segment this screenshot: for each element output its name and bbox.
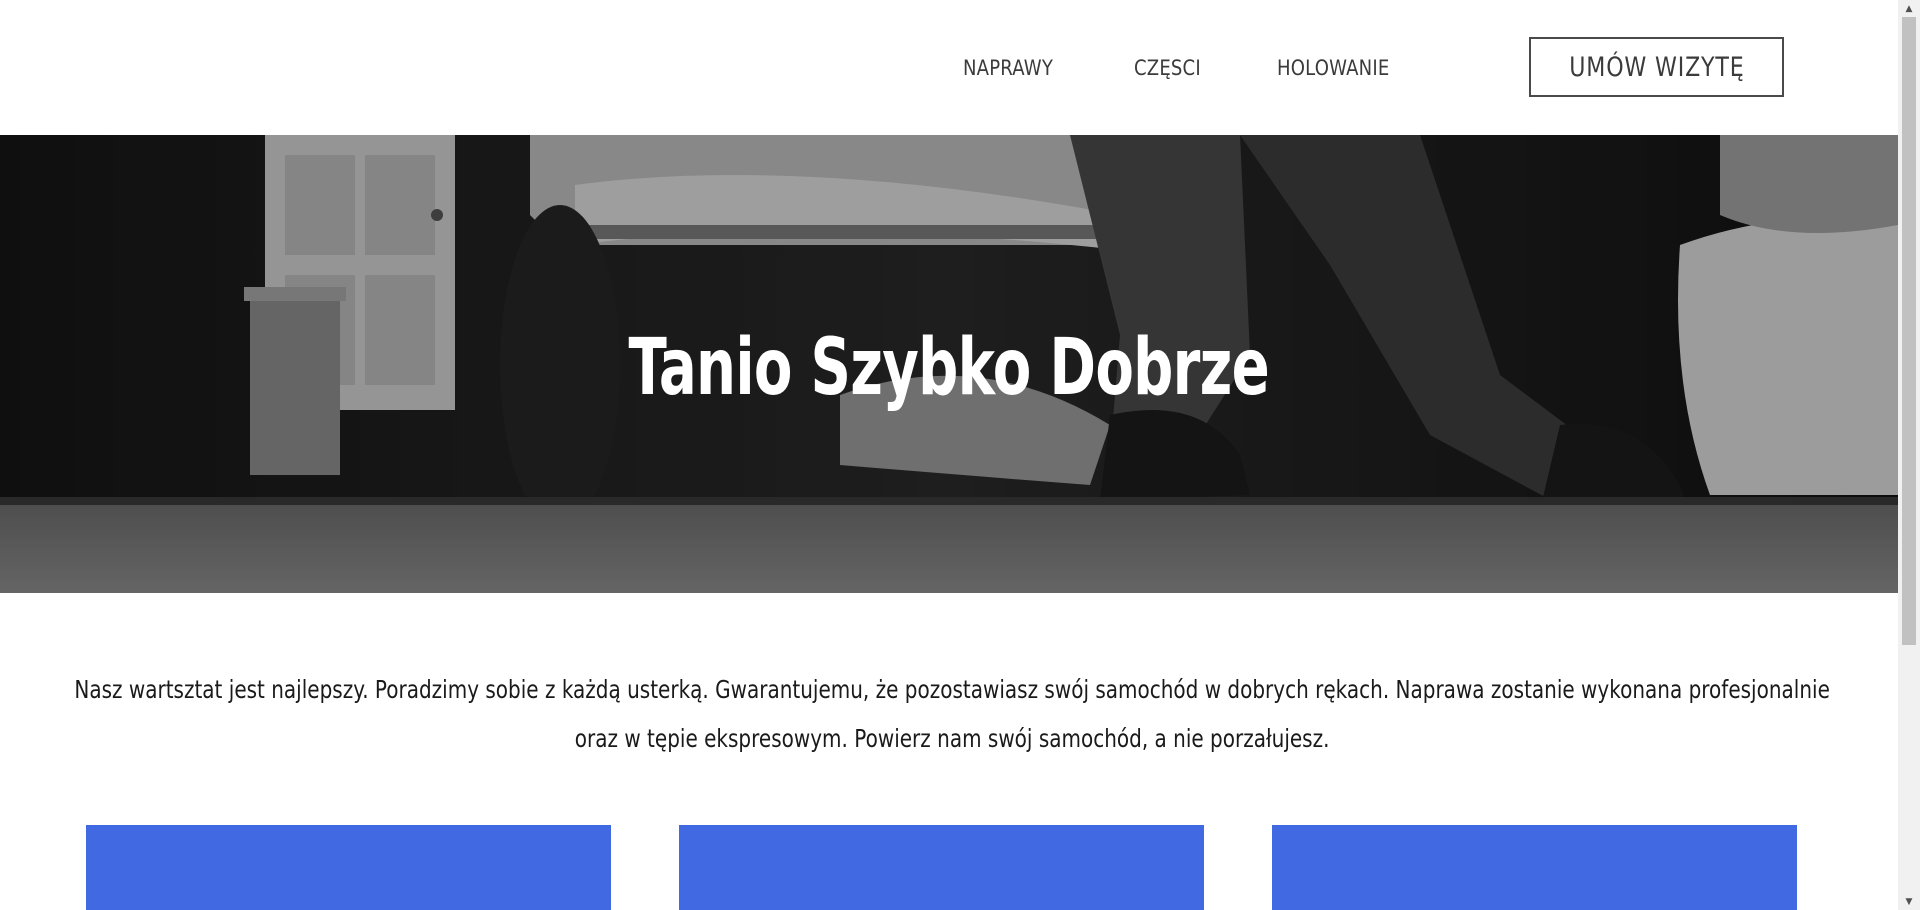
chevron-down-icon[interactable]: ▼ [1898, 893, 1920, 910]
page-content: NAPRAWY CZĘSCI HOLOWANIE UMÓW WIZYTĘ Tan… [0, 0, 1898, 910]
service-card-1[interactable] [86, 825, 611, 910]
hero-banner: Tanio Szybko Dobrze [0, 135, 1898, 593]
service-card-2[interactable] [679, 825, 1204, 910]
scrollbar-thumb[interactable] [1902, 17, 1916, 645]
nav-link-czesci[interactable]: CZĘSCI [1134, 51, 1201, 85]
service-card-3[interactable] [1272, 825, 1797, 910]
chevron-up-icon[interactable]: ▲ [1898, 0, 1920, 17]
site-header: NAPRAWY CZĘSCI HOLOWANIE UMÓW WIZYTĘ [0, 0, 1898, 135]
page: NAPRAWY CZĘSCI HOLOWANIE UMÓW WIZYTĘ Tan… [0, 0, 1920, 910]
book-visit-button[interactable]: UMÓW WIZYTĘ [1529, 37, 1784, 97]
nav-link-naprawy[interactable]: NAPRAWY [963, 51, 1053, 85]
nav-link-holowanie[interactable]: HOLOWANIE [1277, 51, 1389, 85]
vertical-scrollbar[interactable]: ▲ ▼ [1898, 0, 1920, 910]
hero-title: Tanio Szybko Dobrze [628, 323, 1270, 414]
intro-paragraph: Nasz wartsztat jest najlepszy. Poradzimy… [74, 675, 1831, 753]
book-visit-label: UMÓW WIZYTĘ [1568, 51, 1745, 83]
